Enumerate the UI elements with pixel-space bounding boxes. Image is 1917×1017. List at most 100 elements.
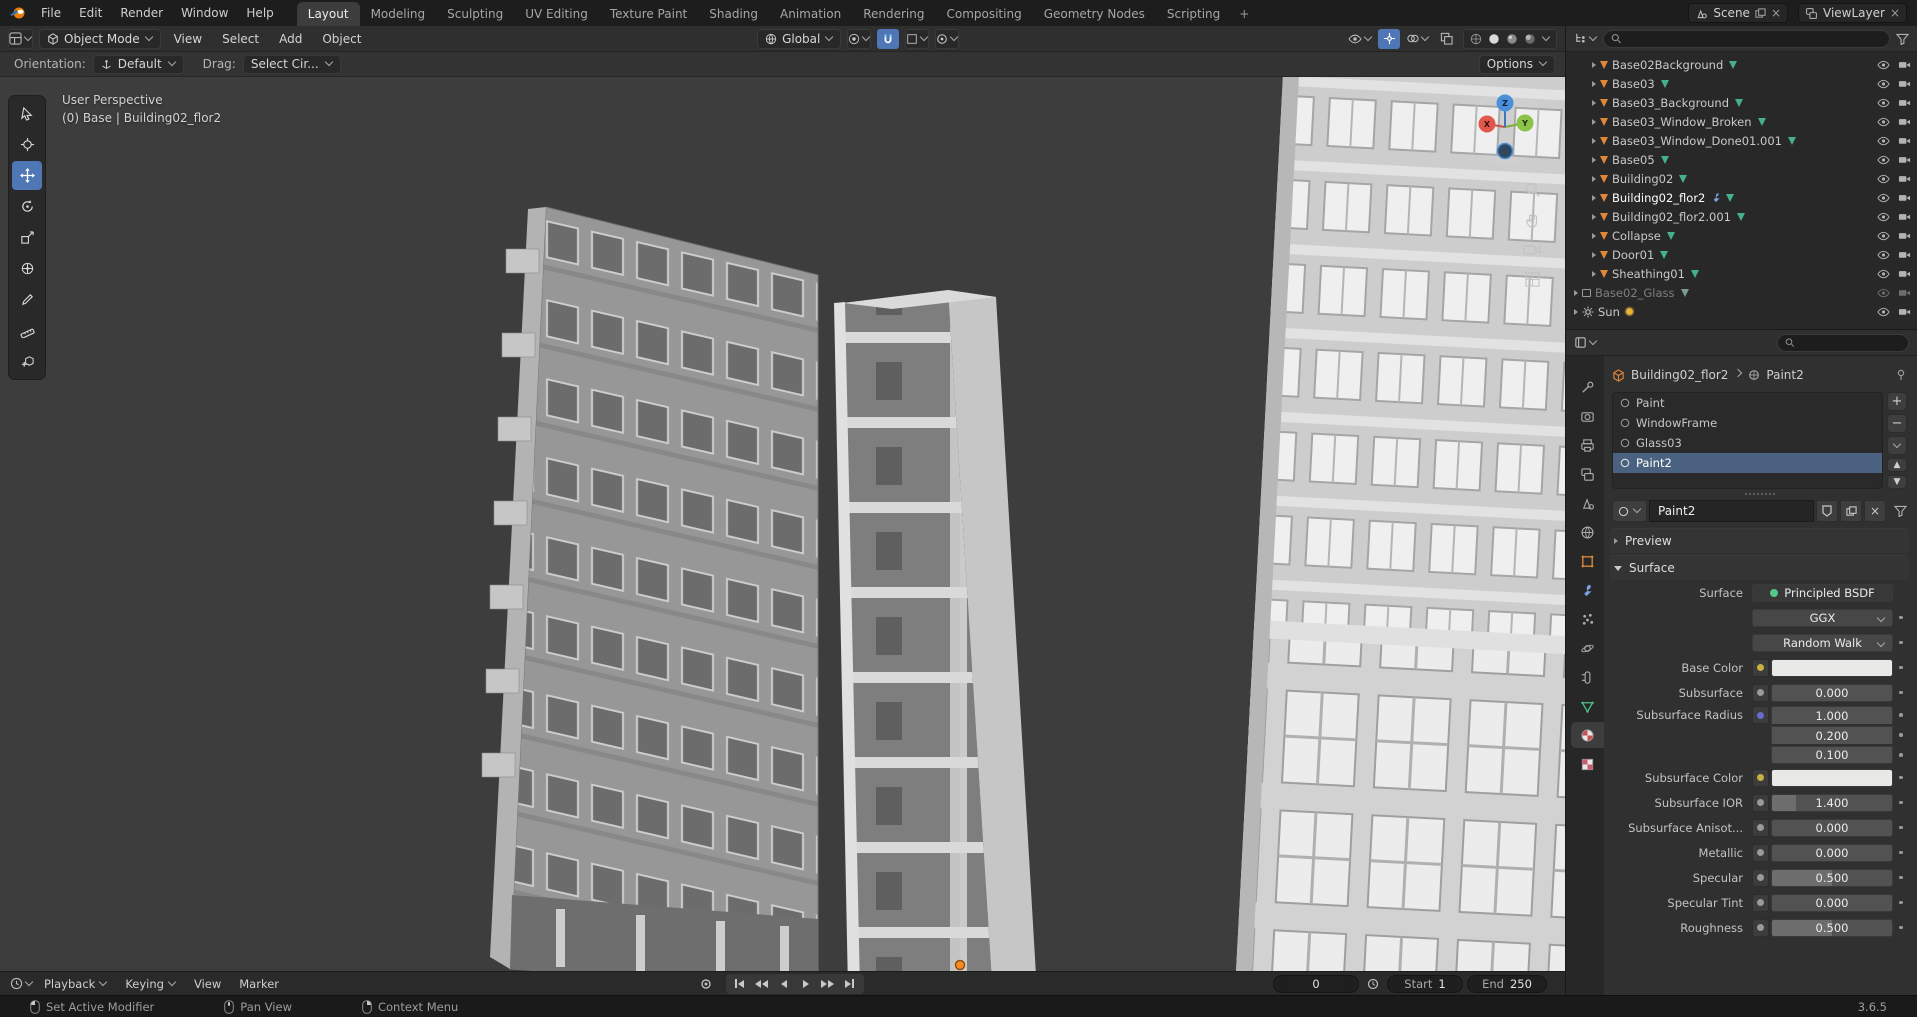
animate-dot[interactable] xyxy=(1893,641,1909,645)
unlink-scene-icon[interactable]: × xyxy=(1771,7,1781,19)
socket-input-button[interactable] xyxy=(1752,843,1769,862)
tab-output[interactable] xyxy=(1571,432,1604,458)
subsurface-color-swatch[interactable] xyxy=(1771,768,1893,787)
menu-file[interactable]: File xyxy=(32,3,70,23)
hide-viewport-icon[interactable] xyxy=(1877,174,1890,184)
disable-render-icon[interactable] xyxy=(1898,98,1911,107)
specular-slider[interactable]: 0.500 xyxy=(1771,868,1893,887)
menu-view[interactable]: View xyxy=(167,30,209,48)
snap-toggle[interactable] xyxy=(877,28,900,49)
socket-input-button[interactable] xyxy=(1752,793,1769,812)
properties-editor-type-button[interactable] xyxy=(1574,333,1598,353)
options-dropdown[interactable]: Options xyxy=(1478,54,1555,74)
tool-select-box[interactable] xyxy=(12,99,42,128)
hide-viewport-icon[interactable] xyxy=(1877,269,1890,279)
viewport-3d[interactable]: User Perspective (0) Base | Building02_f… xyxy=(0,77,1565,971)
filter-icon[interactable] xyxy=(1896,33,1909,45)
socket-input-button[interactable] xyxy=(1752,683,1769,702)
hide-viewport-icon[interactable] xyxy=(1877,250,1890,260)
outliner-item-collection-excluded[interactable]: Base02_Glass xyxy=(1570,283,1915,302)
remove-slot-button[interactable]: − xyxy=(1887,414,1907,433)
outliner-item[interactable]: Base03_Window_Broken xyxy=(1570,112,1915,131)
drag-dropdown[interactable]: Select Cir... xyxy=(242,54,341,74)
outliner-item[interactable]: Sheathing01 xyxy=(1570,264,1915,283)
menu-window[interactable]: Window xyxy=(172,3,237,23)
material-slot[interactable]: Paint xyxy=(1613,393,1882,413)
hide-viewport-icon[interactable] xyxy=(1877,231,1890,241)
new-material-button[interactable] xyxy=(1840,500,1862,522)
next-keyframe-button[interactable] xyxy=(818,976,838,992)
animate-dot[interactable] xyxy=(1893,851,1909,855)
tab-sculpting[interactable]: Sculpting xyxy=(436,2,514,26)
snap-settings-dropdown[interactable] xyxy=(905,28,930,49)
outliner-item[interactable]: Base03_Window_Done01.001 xyxy=(1570,131,1915,150)
auto-keyframe-toggle[interactable] xyxy=(696,976,716,992)
outliner-search[interactable] xyxy=(1603,29,1890,48)
hide-viewport-icon[interactable] xyxy=(1877,212,1890,222)
add-workspace-button[interactable]: + xyxy=(1231,2,1257,26)
hide-viewport-icon[interactable] xyxy=(1877,98,1890,108)
play-button[interactable] xyxy=(796,976,816,992)
breadcrumb-object[interactable]: Building02_flor2 xyxy=(1631,368,1728,382)
disable-render-icon[interactable] xyxy=(1898,174,1911,183)
outliner-item[interactable]: Base02Background xyxy=(1570,55,1915,74)
animate-dot[interactable] xyxy=(1893,753,1909,757)
tab-texture-paint[interactable]: Texture Paint xyxy=(599,2,698,26)
subsurface-radius-z-field[interactable]: 0.100 xyxy=(1771,746,1893,764)
jump-to-start-button[interactable] xyxy=(730,976,750,992)
tab-physics[interactable] xyxy=(1571,635,1604,661)
socket-input-button[interactable] xyxy=(1752,768,1769,787)
slot-specials-button[interactable] xyxy=(1887,436,1907,455)
new-scene-icon[interactable] xyxy=(1755,7,1766,19)
tool-annotate[interactable] xyxy=(12,285,42,314)
outliner-item[interactable]: Base03 xyxy=(1570,74,1915,93)
roughness-slider[interactable]: 0.500 xyxy=(1771,918,1893,937)
outliner-item[interactable]: Building02_flor2.001 xyxy=(1570,207,1915,226)
orientation-dropdown[interactable]: Default xyxy=(92,54,184,74)
tab-particles[interactable] xyxy=(1571,606,1604,632)
shading-material-icon[interactable] xyxy=(1506,33,1518,45)
tool-transform[interactable] xyxy=(12,254,42,283)
transform-orientation-dropdown[interactable]: Global xyxy=(757,28,842,49)
properties-search-input[interactable] xyxy=(1799,335,1901,350)
shading-rendered-icon[interactable] xyxy=(1524,33,1536,45)
outliner-editor-type-button[interactable] xyxy=(1574,29,1598,49)
gizmo-negative-z-axis[interactable] xyxy=(1496,142,1514,160)
shader-button[interactable]: Principled BSDF xyxy=(1752,583,1893,602)
chevron-down-icon[interactable] xyxy=(1541,32,1551,41)
subsurface-ior-slider[interactable]: 1.400 xyxy=(1771,793,1893,812)
hide-viewport-icon[interactable] xyxy=(1877,288,1890,298)
tab-modeling[interactable]: Modeling xyxy=(360,2,437,26)
menu-render[interactable]: Render xyxy=(111,3,172,23)
menu-marker[interactable]: Marker xyxy=(232,975,286,993)
unlink-view-layer-icon[interactable]: × xyxy=(1890,7,1900,19)
pivot-point-dropdown[interactable] xyxy=(847,28,872,49)
animate-dot[interactable] xyxy=(1893,876,1909,880)
camera-view-icon[interactable] xyxy=(1523,243,1541,257)
menu-playback[interactable]: Playback xyxy=(37,975,114,993)
outliner-item-light[interactable]: Sun xyxy=(1570,302,1915,321)
surface-panel-header[interactable]: Surface xyxy=(1610,555,1909,580)
subsurface-method-dropdown[interactable]: Random Walk xyxy=(1752,633,1893,652)
animate-dot[interactable] xyxy=(1893,691,1909,695)
editor-type-button[interactable] xyxy=(8,28,33,49)
use-preview-range-toggle[interactable] xyxy=(1363,976,1383,992)
ortho-grid-icon[interactable] xyxy=(1524,271,1541,288)
material-slot[interactable]: WindowFrame xyxy=(1613,413,1882,433)
disable-render-icon[interactable] xyxy=(1898,117,1911,126)
tab-view-layer[interactable] xyxy=(1571,461,1604,487)
menu-edit[interactable]: Edit xyxy=(70,3,111,23)
tool-scale[interactable] xyxy=(12,223,42,252)
hide-viewport-icon[interactable] xyxy=(1877,136,1890,146)
animate-dot[interactable] xyxy=(1893,926,1909,930)
animate-dot[interactable] xyxy=(1893,666,1909,670)
move-slot-up-button[interactable]: ▲ xyxy=(1887,458,1907,472)
unlink-material-button[interactable]: × xyxy=(1864,500,1886,522)
tab-tool[interactable] xyxy=(1571,374,1604,400)
zoom-icon[interactable] xyxy=(1524,181,1541,198)
breadcrumb-material[interactable]: Paint2 xyxy=(1766,368,1803,382)
outliner-item[interactable]: Collapse xyxy=(1570,226,1915,245)
tab-render[interactable] xyxy=(1571,403,1604,429)
properties-search[interactable] xyxy=(1777,333,1909,352)
animate-dot[interactable] xyxy=(1893,776,1909,780)
